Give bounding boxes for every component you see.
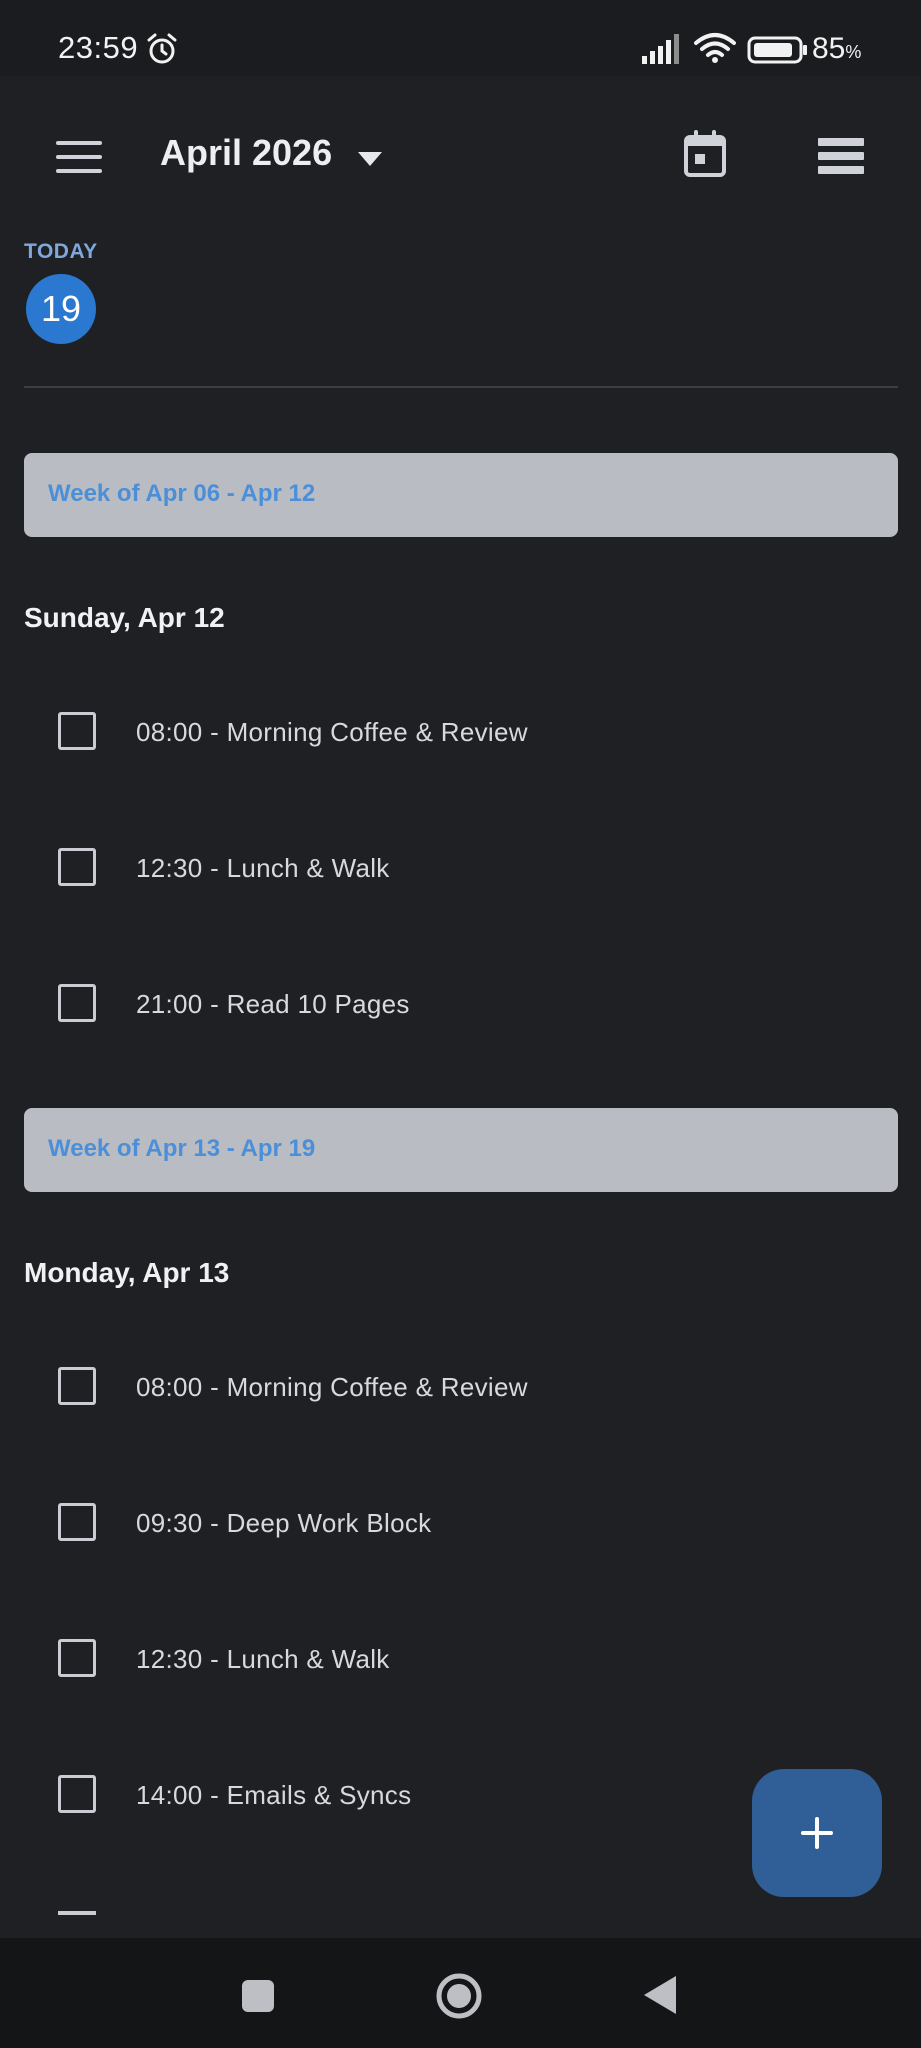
task-checkbox[interactable] (58, 1775, 96, 1813)
month-title[interactable]: April 2026 (160, 132, 332, 174)
task-label: 08:00 - Morning Coffee & Review (136, 1372, 528, 1402)
week-header-label: Week of Apr 06 - Apr 12 (48, 480, 316, 507)
task-checkbox[interactable] (58, 1503, 96, 1541)
status-bar: 23:59 85% (0, 0, 921, 76)
task-checkbox[interactable] (58, 1639, 96, 1677)
task-checkbox[interactable] (58, 984, 96, 1022)
view-icon[interactable] (818, 138, 864, 174)
today-date-badge[interactable]: 19 (26, 274, 96, 344)
task-label: 12:30 - Lunch & Walk (136, 853, 390, 883)
divider (24, 386, 898, 388)
task-row[interactable]: 21:00 - Read 10 Pages (0, 960, 921, 1050)
task-row[interactable]: 12:30 - Lunch & Walk (0, 824, 921, 914)
navigation-bar (0, 1938, 921, 2048)
signal-icon (642, 34, 679, 64)
today-label: TODAY (24, 240, 98, 263)
task-checkbox[interactable] (58, 1367, 96, 1405)
plus-icon (801, 1817, 833, 1849)
task-checkbox[interactable] (58, 848, 96, 886)
day-header: Sunday, Apr 12 (24, 602, 225, 633)
home-icon[interactable] (435, 1972, 483, 2020)
status-time: 23:59 (58, 30, 139, 65)
app-bar: April 2026 (0, 76, 921, 236)
task-checkbox[interactable] (58, 712, 96, 750)
add-task-button[interactable] (752, 1769, 882, 1897)
battery-icon (747, 36, 807, 64)
week-header[interactable]: Week of Apr 13 - Apr 19 (24, 1108, 898, 1192)
battery-unit: % (845, 42, 862, 62)
task-label: 14:00 - Emails & Syncs (136, 1780, 412, 1810)
recents-icon[interactable] (240, 1978, 276, 2014)
task-label: 09:30 - Deep Work Block (136, 1508, 432, 1538)
task-row[interactable]: 08:00 - Morning Coffee & Review (0, 1343, 921, 1433)
dropdown-icon[interactable] (358, 152, 382, 166)
wifi-icon (694, 33, 736, 63)
task-checkbox-partial (58, 1911, 96, 1915)
battery-value: 85 (812, 32, 846, 65)
day-header: Monday, Apr 13 (24, 1257, 230, 1288)
task-row[interactable]: 12:30 - Lunch & Walk (0, 1615, 921, 1705)
task-row[interactable]: 08:00 - Morning Coffee & Review (0, 688, 921, 778)
task-label: 12:30 - Lunch & Walk (136, 1644, 390, 1674)
task-row[interactable]: 09:30 - Deep Work Block (0, 1479, 921, 1569)
week-header-label: Week of Apr 13 - Apr 19 (48, 1135, 316, 1162)
task-label: 21:00 - Read 10 Pages (136, 989, 410, 1019)
calendar-icon[interactable] (683, 130, 727, 178)
task-label: 08:00 - Morning Coffee & Review (136, 717, 528, 747)
back-icon[interactable] (642, 1974, 678, 2016)
battery-percentage: 85% (812, 32, 861, 66)
week-header[interactable]: Week of Apr 06 - Apr 12 (24, 453, 898, 537)
alarm-icon (147, 33, 177, 64)
menu-icon[interactable] (56, 141, 102, 173)
